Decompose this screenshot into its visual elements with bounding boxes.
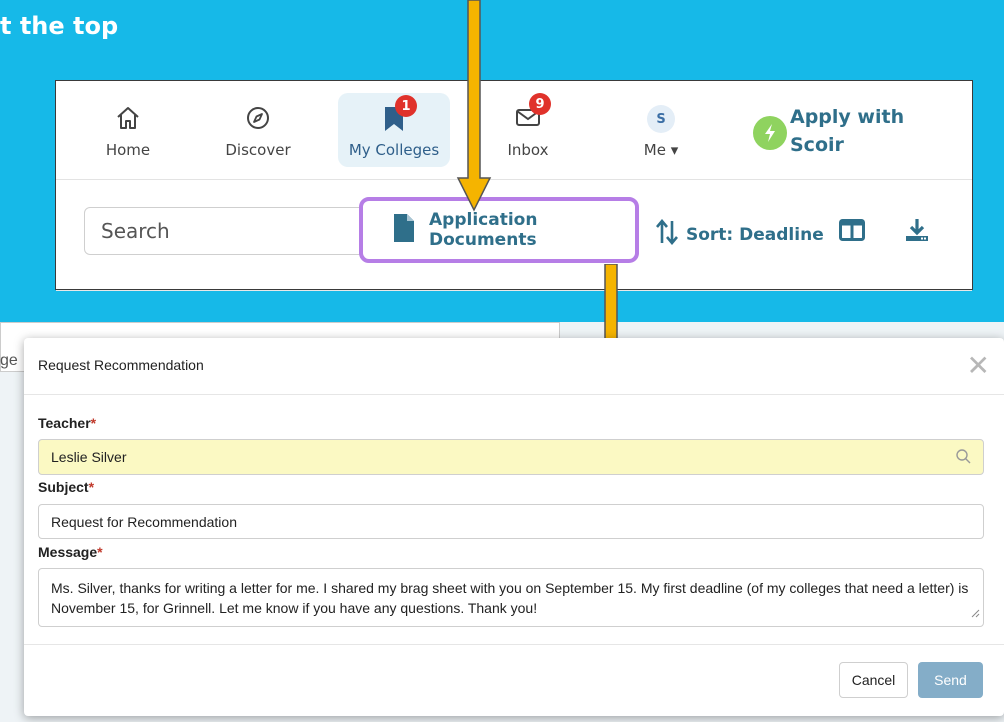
modal-title: Request Recommendation [38, 357, 204, 373]
cancel-button[interactable]: Cancel [839, 662, 908, 698]
resize-handle-icon[interactable] [970, 603, 980, 623]
teacher-field[interactable]: Leslie Silver [38, 439, 984, 475]
search-icon [955, 448, 973, 469]
modal-footer: Cancel Send [24, 644, 1004, 716]
teacher-value: Leslie Silver [51, 449, 127, 465]
nav-card: Home Discover 1 My Colleges 9 Inbox S Me… [55, 80, 973, 291]
nav-item-label: Me ▾ [643, 141, 679, 159]
lightning-icon [753, 116, 787, 150]
compass-icon [245, 105, 271, 135]
message-label: Message* [38, 544, 103, 560]
slide-heading: t the top [0, 12, 119, 40]
notification-badge: 9 [529, 93, 551, 115]
send-button[interactable]: Send [918, 662, 983, 698]
subject-value: Request for Recommendation [51, 513, 237, 530]
arrow-down-icon [456, 0, 492, 212]
nav-item-home[interactable]: Home [78, 93, 178, 167]
nav-item-label: My Colleges [348, 141, 440, 159]
search-placeholder: Search [101, 219, 170, 243]
download-icon[interactable] [904, 217, 930, 248]
toolbar: Search Application Documents Sort: Deadl… [56, 181, 972, 291]
nav-item-me[interactable]: S Me ▾ [616, 93, 706, 167]
nav-item-label: Discover [225, 141, 291, 159]
nav-item-discover[interactable]: Discover [208, 93, 308, 167]
divider [56, 290, 972, 291]
close-icon[interactable]: ✕ [967, 352, 990, 380]
application-documents-button[interactable]: Application Documents [359, 197, 639, 263]
sort-button[interactable]: Sort: Deadline [656, 218, 824, 250]
main-nav: Home Discover 1 My Colleges 9 Inbox S Me… [56, 81, 972, 180]
sort-icon [656, 218, 678, 250]
teacher-label: Teacher* [38, 415, 97, 431]
columns-icon[interactable] [839, 219, 865, 246]
modal-header: Request Recommendation ✕ [24, 338, 1004, 395]
background-peek-text: ge [0, 352, 18, 369]
apply-with-scoir-button[interactable]: Apply with Scoir [753, 103, 923, 163]
nav-item-my-colleges[interactable]: 1 My Colleges [338, 93, 450, 167]
sort-label: Sort: Deadline [686, 224, 824, 245]
home-icon [115, 105, 141, 135]
application-documents-label: Application Documents [429, 210, 538, 250]
subject-label: Subject* [38, 479, 95, 495]
message-value: Ms. Silver, thanks for writing a letter … [51, 580, 969, 616]
apply-label: Apply with Scoir [790, 106, 905, 156]
message-textarea[interactable]: Ms. Silver, thanks for writing a letter … [38, 568, 984, 627]
nav-item-label: Home [105, 141, 151, 159]
document-icon [393, 213, 415, 248]
avatar: S [647, 105, 675, 133]
search-input[interactable]: Search [84, 207, 374, 255]
notification-badge: 1 [395, 95, 417, 117]
subject-field[interactable]: Request for Recommendation [38, 504, 984, 539]
request-recommendation-modal: Request Recommendation ✕ Teacher* Leslie… [24, 338, 1004, 716]
nav-item-label: Inbox [507, 141, 549, 159]
